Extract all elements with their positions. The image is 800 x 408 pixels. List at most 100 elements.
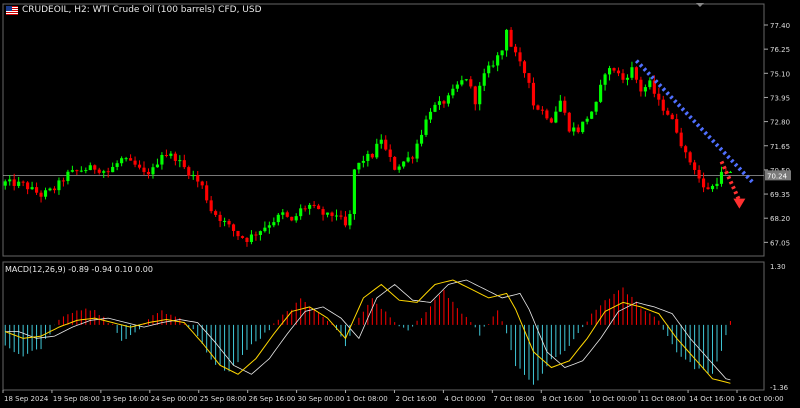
candle-body — [379, 139, 383, 144]
candle-body — [57, 180, 61, 191]
candle-body — [549, 118, 553, 123]
price-chart[interactable]: 77.4076.2575.1073.9572.8071.6570.5069.35… — [0, 0, 800, 408]
candle-body — [428, 111, 433, 120]
candle-body — [370, 153, 374, 158]
forecast-arrow-shaft — [719, 160, 742, 202]
candle-body — [281, 212, 285, 215]
candle-body — [21, 181, 25, 183]
candle-body — [496, 55, 500, 66]
candle-body — [469, 79, 473, 87]
shift-marker — [696, 3, 704, 7]
candle-body — [299, 208, 303, 217]
candle-body — [411, 157, 415, 159]
candle-body — [612, 68, 616, 71]
candle-body — [120, 158, 124, 164]
candle-body — [48, 188, 52, 191]
candle-body — [334, 215, 339, 217]
candle-body — [137, 164, 142, 168]
candle-body — [146, 171, 151, 175]
candle-body — [294, 216, 298, 221]
candle-body — [675, 119, 679, 133]
candle-body — [581, 121, 585, 133]
x-tick-label: 1 Oct 08:00 — [347, 395, 388, 403]
x-tick-label: 7 Oct 08:00 — [493, 395, 534, 403]
candle-body — [343, 216, 348, 226]
y-tick-label: 77.40 — [770, 22, 790, 30]
x-tick-label: 10 Oct 00:00 — [591, 395, 637, 403]
candle-body — [214, 211, 218, 215]
candle-body — [182, 160, 186, 168]
candle-body — [330, 212, 334, 216]
candle-body — [540, 109, 544, 111]
macd-signal-line — [5, 279, 731, 384]
candle-body — [621, 73, 625, 80]
candle-body — [643, 87, 647, 92]
candle-body — [339, 215, 343, 217]
y-tick-label: 73.95 — [770, 94, 790, 102]
candle-body — [616, 70, 621, 74]
candle-body — [531, 82, 536, 106]
candle-body — [151, 167, 155, 175]
candle-body — [3, 181, 7, 186]
candle-body — [240, 236, 245, 238]
candle-body — [160, 154, 164, 165]
candle-body — [585, 118, 589, 122]
candle-body — [52, 188, 57, 191]
price-panel-frame — [2, 3, 765, 257]
candle-body — [164, 154, 168, 156]
candle-body — [102, 171, 106, 173]
candle-body — [415, 143, 419, 159]
candle-body — [603, 74, 607, 85]
candle-body — [169, 153, 173, 156]
candle-body — [218, 214, 222, 222]
candle-body — [455, 84, 459, 89]
candle-body — [451, 88, 455, 96]
candle-body — [245, 237, 249, 242]
candle-body — [630, 67, 634, 78]
candle-body — [39, 192, 43, 197]
x-tick-label: 8 Oct 16:00 — [542, 395, 583, 403]
candle-body — [272, 222, 276, 226]
candle-body — [563, 100, 567, 113]
candle-body — [352, 169, 356, 215]
candle-body — [688, 152, 692, 163]
y-tick-label: 75.10 — [770, 70, 790, 78]
candle-body — [173, 153, 177, 161]
candle-body — [321, 209, 325, 215]
candle-body — [433, 104, 437, 112]
y-tick-label: 72.80 — [770, 119, 790, 127]
candle-body — [715, 183, 719, 186]
candle-body — [446, 95, 450, 104]
candle-body — [249, 234, 254, 242]
candle-body — [124, 158, 128, 160]
candle-body — [290, 216, 294, 221]
candle-body — [196, 175, 200, 182]
candle-body — [509, 29, 513, 47]
candle-body — [594, 101, 598, 112]
candle-body — [285, 212, 289, 217]
candle-body — [357, 162, 361, 170]
x-tick-label: 19 Sep 08:00 — [53, 395, 100, 403]
candle-body — [576, 127, 580, 133]
candle-body — [397, 166, 401, 170]
candle-body — [719, 171, 724, 184]
candle-body — [348, 214, 352, 226]
candle-body — [558, 100, 562, 112]
candle-body — [200, 181, 204, 186]
x-tick-label: 4 Oct 00:00 — [444, 395, 485, 403]
candle-body — [567, 112, 571, 132]
candle-body — [491, 65, 495, 67]
candle-body — [75, 170, 79, 172]
y-tick-label: 67.05 — [770, 239, 790, 247]
candle-body — [657, 93, 661, 100]
candle-body — [460, 80, 464, 85]
candle-body — [478, 85, 482, 105]
candle-body — [129, 158, 133, 161]
x-tick-label: 14 Oct 16:00 — [689, 395, 735, 403]
macd-tick-label: -1.36 — [770, 384, 789, 392]
y-tick-label: 69.35 — [770, 191, 790, 199]
candle-body — [223, 220, 227, 222]
candle-body — [276, 214, 280, 223]
candle-body — [111, 166, 115, 173]
candle-body — [308, 204, 312, 209]
